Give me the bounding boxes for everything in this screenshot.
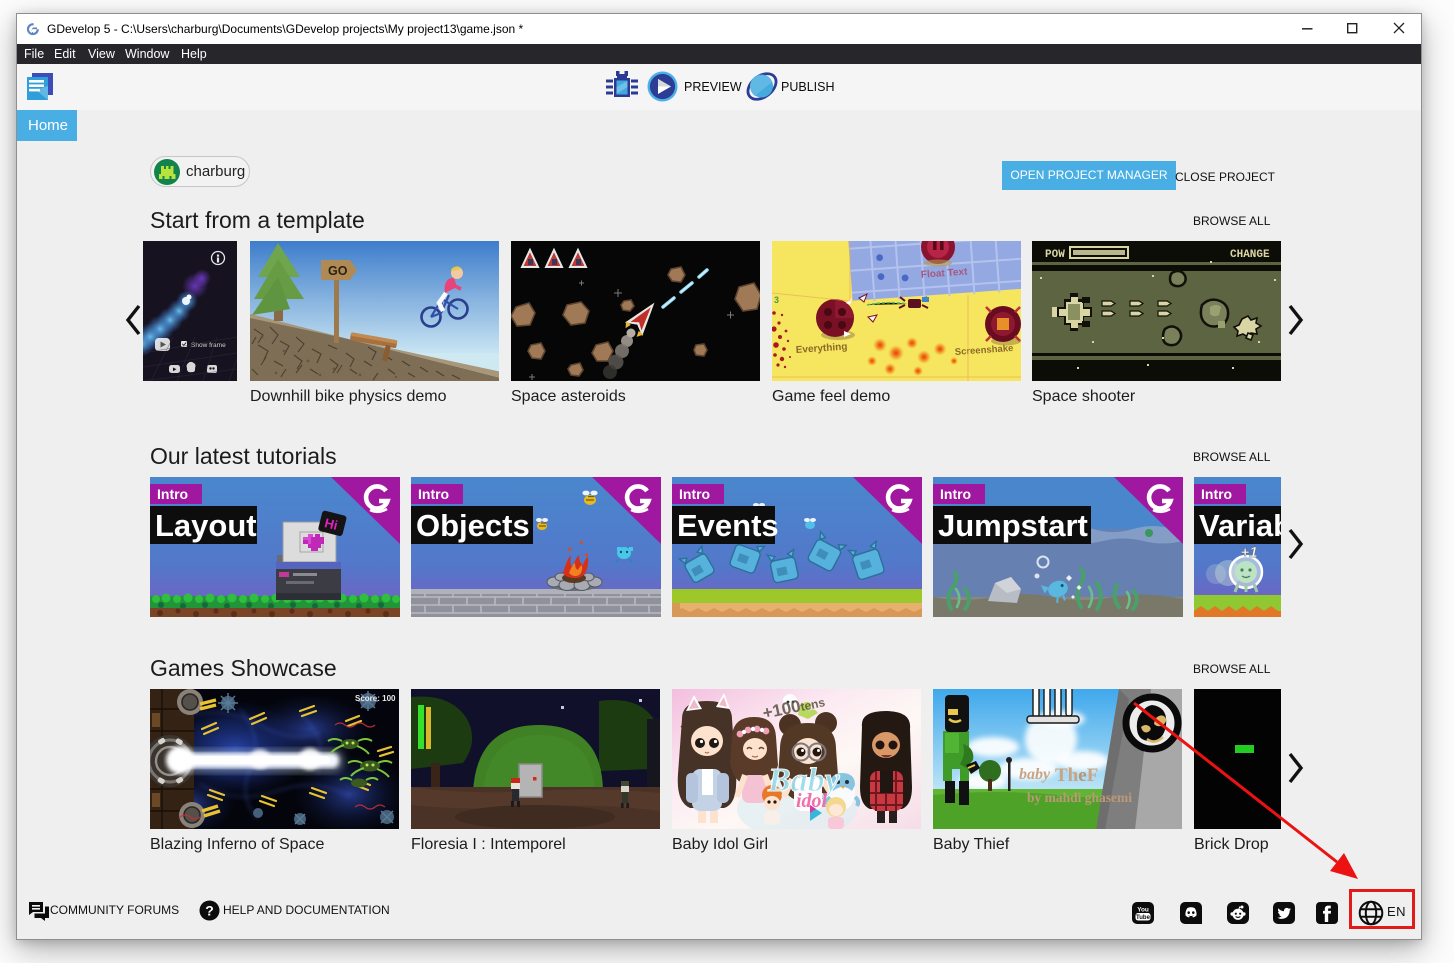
svg-text:You: You xyxy=(1137,907,1149,914)
svg-text:Tube: Tube xyxy=(1136,915,1151,921)
svg-text:?: ? xyxy=(205,903,214,919)
